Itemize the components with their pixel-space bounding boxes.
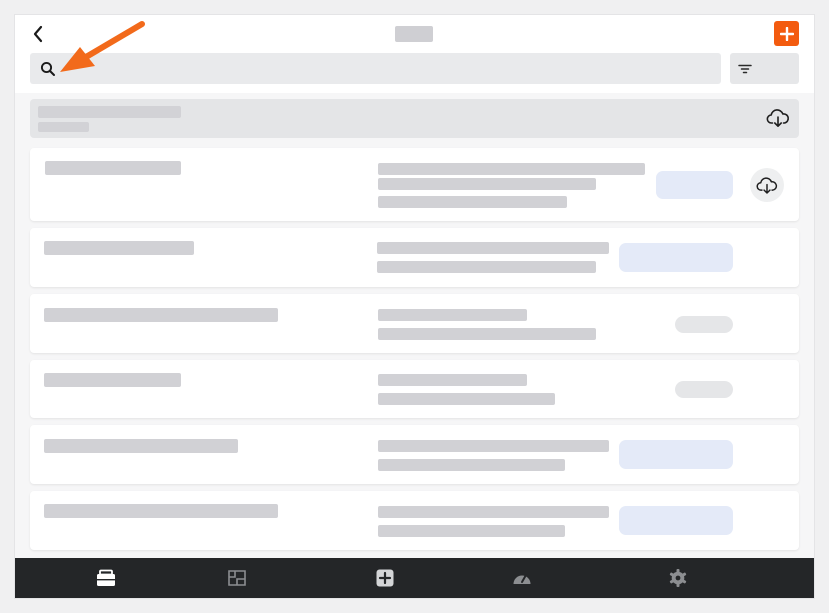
gear-icon [669,569,687,587]
item-title-placeholder [44,308,278,322]
filter-icon [738,64,752,74]
list-item[interactable] [30,228,799,287]
item-title-placeholder [44,373,181,387]
tab-settings[interactable] [648,558,708,598]
back-button[interactable] [28,23,48,45]
download-button[interactable] [750,168,784,202]
item-title-placeholder [44,241,194,255]
search-icon [40,61,55,76]
item-detail-placeholder [377,242,609,254]
status-badge [675,381,733,398]
item-detail-placeholder [378,163,645,175]
list-item[interactable] [30,294,799,353]
add-button[interactable] [774,21,799,46]
status-badge [675,316,733,333]
section-header [30,99,799,138]
tab-projects[interactable] [76,558,136,598]
item-detail-placeholder [377,261,596,273]
briefcase-icon [97,569,115,586]
item-detail-placeholder [378,178,596,190]
item-detail-placeholder [378,374,527,386]
top-header [15,15,814,93]
item-detail-placeholder [378,328,596,340]
section-subtitle-placeholder [38,122,89,132]
item-detail-placeholder [378,440,609,452]
tab-drawings[interactable] [207,558,267,598]
tab-dashboard[interactable] [492,558,552,598]
bottom-tab-bar [15,558,814,598]
cloud-download-icon [756,176,778,194]
tab-create[interactable] [355,558,415,598]
filter-button[interactable] [730,53,799,84]
plus-square-icon [376,569,394,587]
speedometer-icon [513,574,531,584]
item-detail-placeholder [378,459,565,471]
cloud-download-icon[interactable] [766,108,790,128]
item-detail-placeholder [378,393,555,405]
item-detail-placeholder [378,525,565,537]
item-detail-placeholder [378,506,609,518]
section-title-placeholder [38,106,181,118]
item-detail-placeholder [378,309,527,321]
list-item[interactable] [30,491,799,550]
app-window [15,15,814,598]
page-title-placeholder [395,26,433,42]
list-item[interactable] [30,148,799,221]
list-item[interactable] [30,425,799,484]
plus-icon [779,26,794,41]
list-item[interactable] [30,360,799,418]
status-badge [619,440,733,469]
search-input[interactable] [30,53,721,84]
status-badge [619,506,733,535]
item-detail-placeholder [378,196,567,208]
item-title-placeholder [44,504,278,518]
status-badge [619,243,733,272]
status-badge [656,171,733,199]
item-title-placeholder [45,161,181,175]
chevron-left-icon [33,25,43,43]
item-title-placeholder [44,439,238,453]
blueprint-icon [228,570,246,586]
